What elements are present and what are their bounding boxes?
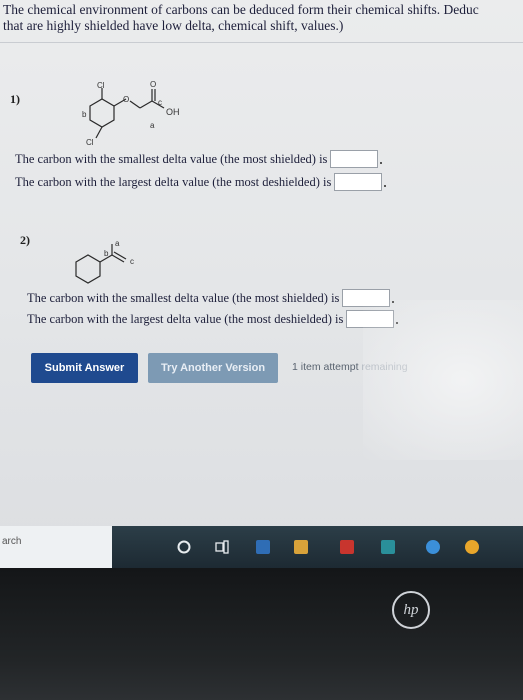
q2-label-b: b [104, 249, 109, 258]
cortana-icon[interactable] [176, 539, 192, 555]
question-2-smallest-input[interactable] [342, 289, 391, 307]
q1-label-a: a [150, 121, 155, 130]
divider [0, 42, 523, 43]
question-1-structure: Cl O O c OH b a Cl [82, 80, 180, 147]
input-marker [380, 162, 383, 164]
question-2-smallest-row: The carbon with the smallest delta value… [27, 289, 395, 307]
q2-ring [75, 254, 101, 284]
input-marker [396, 322, 399, 324]
q1-bond-ch2-c [139, 100, 153, 109]
laptop-bezel: hp [0, 568, 523, 700]
file-explorer-icon[interactable] [294, 540, 308, 554]
question-1-smallest-row: The carbon with the smallest delta value… [15, 150, 383, 168]
q2-bond-cb-cc [111, 254, 125, 263]
q1-label-oh: OH [166, 107, 180, 117]
task-view-icon[interactable] [214, 539, 230, 555]
q1-label-o: O [123, 95, 129, 104]
q1-bond-cl-bottom [95, 126, 103, 139]
taskbar-search-box[interactable]: arch [0, 526, 112, 568]
question-2-number: 2) [20, 233, 30, 247]
question-2-structure: a b c [75, 240, 134, 284]
submit-answer-button[interactable]: Submit Answer [31, 353, 138, 383]
chrome-browser-icon[interactable] [465, 540, 479, 554]
question-2-largest-row: The carbon with the largest delta value … [27, 310, 399, 328]
attempts-remaining: 1 item attempt remaining [292, 361, 408, 373]
q2-label-a: a [115, 240, 120, 248]
q1-label-c: c [158, 98, 162, 107]
q1-ring [89, 98, 115, 128]
q2-label-c: c [130, 257, 134, 266]
q2-bond-cb-cc-double [113, 251, 127, 260]
question-2-largest-input[interactable] [346, 310, 395, 328]
q1-label-b: b [82, 110, 87, 119]
intro-line-2: that are highly shielded have low delta,… [3, 18, 344, 33]
q1-label-cl-bottom: Cl [86, 138, 94, 147]
intro-text: The chemical environment of carbons can … [3, 2, 523, 34]
try-another-version-button[interactable]: Try Another Version [148, 353, 278, 383]
hp-logo: hp [392, 591, 430, 629]
q1-label-cl-top: Cl [97, 81, 105, 90]
q1-bond-o-ch2 [129, 100, 141, 109]
question-1-largest-input[interactable] [334, 173, 383, 191]
store-app-icon[interactable] [381, 540, 395, 554]
attempts-text: 1 item attempt [292, 361, 359, 373]
question-1-largest-row: The carbon with the largest delta value … [15, 173, 387, 191]
attempts-fade-text: remaining [361, 361, 408, 373]
question-1-smallest-input[interactable] [330, 150, 379, 168]
input-marker [384, 185, 387, 187]
intro-line-1: The chemical environment of carbons can … [3, 2, 479, 17]
question-1-largest-label: The carbon with the largest delta value … [15, 174, 332, 189]
question-1-number: 1) [10, 92, 20, 106]
q1-label-o-top: O [150, 80, 156, 89]
browser-page: The chemical environment of carbons can … [0, 0, 523, 535]
taskbar-search-text: arch [2, 536, 22, 547]
photos-app-icon[interactable] [426, 540, 440, 554]
office-app-icon[interactable] [340, 540, 354, 554]
input-marker [392, 301, 395, 303]
question-1-smallest-label: The carbon with the smallest delta value… [15, 151, 328, 166]
question-2-largest-label: The carbon with the largest delta value … [27, 311, 344, 326]
edge-browser-icon[interactable] [256, 540, 270, 554]
taskbar: arch [0, 526, 523, 568]
question-2-smallest-label: The carbon with the smallest delta value… [27, 290, 340, 305]
